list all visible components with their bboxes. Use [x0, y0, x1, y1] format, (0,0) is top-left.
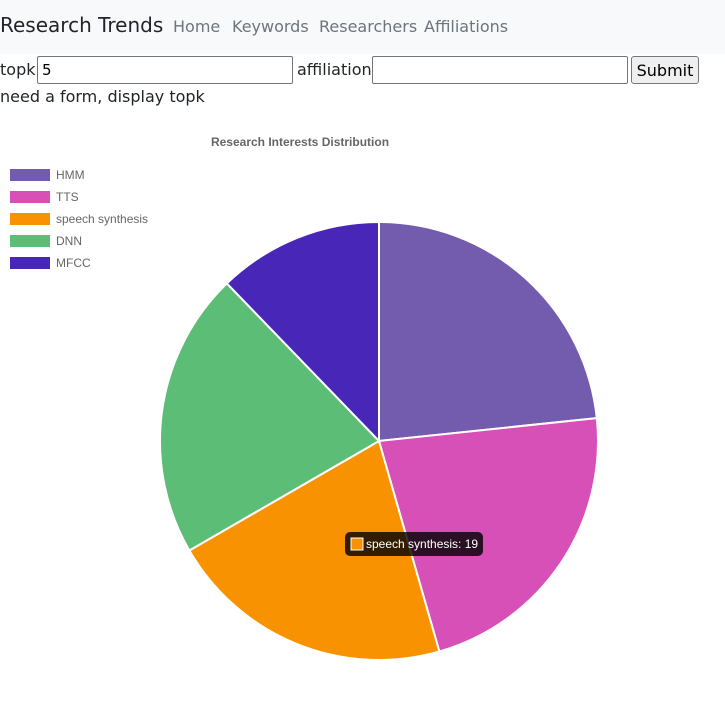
- nav-link-home[interactable]: Home: [173, 17, 220, 36]
- legend-label-mfcc[interactable]: MFCC: [56, 256, 91, 270]
- navbar: Research Trends Home Keywords Researcher…: [0, 0, 725, 54]
- pie-slices: [159, 220, 599, 661]
- brand-title[interactable]: Research Trends: [0, 13, 163, 37]
- legend-swatch-mfcc[interactable]: [10, 257, 50, 269]
- legend-label-speech-synthesis[interactable]: speech synthesis: [56, 212, 148, 226]
- nav-link-researchers[interactable]: Researchers: [319, 17, 417, 36]
- search-form: topk: affiliation: Submit: [0, 56, 725, 84]
- legend-label-dnn[interactable]: DNN: [56, 234, 82, 248]
- legend-swatch-tts[interactable]: [10, 191, 50, 203]
- legend-swatch-speech-synthesis[interactable]: [10, 213, 50, 225]
- chart-tooltip: speech synthesis: 19: [345, 532, 483, 556]
- chart-title: Research Interests Distribution: [211, 135, 389, 149]
- legend-label-hmm[interactable]: HMM: [56, 168, 85, 182]
- nav-link-keywords[interactable]: Keywords: [232, 17, 309, 36]
- note-text: need a form, display topk: [0, 87, 205, 106]
- legend-label-tts[interactable]: TTS: [56, 190, 79, 204]
- nav-link-affiliations[interactable]: Affiliations: [424, 17, 508, 36]
- legend-swatch-dnn[interactable]: [10, 235, 50, 247]
- affiliation-input[interactable]: [372, 56, 628, 84]
- topk-input[interactable]: [37, 56, 293, 84]
- topk-label: topk:: [0, 60, 41, 79]
- submit-button[interactable]: Submit: [631, 56, 699, 84]
- legend-swatch-hmm[interactable]: [10, 169, 50, 181]
- affiliation-label: affiliation:: [297, 60, 378, 79]
- tooltip-label: speech synthesis: 19: [366, 537, 478, 551]
- chart-legend: HMM TTS speech synthesis DNN MFCC: [10, 168, 148, 270]
- pie-chart: Research Interests Distribution HMM TTS sp…: [10, 135, 599, 661]
- tooltip-swatch: [350, 537, 364, 551]
- pie-slice-hmm[interactable]: [378, 220, 598, 443]
